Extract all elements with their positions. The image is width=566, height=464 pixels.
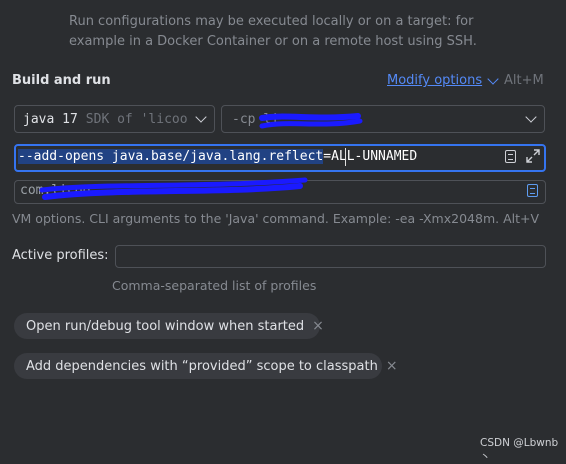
watermark: CSDN @Lbwnb丶 — [480, 437, 559, 463]
vm-options-selected-text: --add-opens java.base/java.lang.reflect — [18, 149, 324, 164]
active-profiles-label: Active profiles: — [12, 248, 109, 263]
jdk-version: java 17 — [23, 111, 78, 127]
active-profiles-input[interactable] — [115, 245, 546, 268]
option-chip-label: Open run/debug tool window when started — [26, 318, 305, 334]
modify-options-shortcut: Alt+M — [504, 73, 544, 88]
chevron-down-icon — [487, 72, 499, 85]
section-title: Build and run — [12, 73, 111, 88]
close-icon[interactable]: × — [386, 358, 398, 374]
modify-options-link[interactable]: Modify options — [387, 72, 499, 88]
vm-options-hint: VM options. CLI arguments to the 'Java' … — [12, 211, 540, 226]
close-icon[interactable]: × — [312, 318, 324, 334]
expand-icon[interactable] — [525, 148, 541, 164]
option-chip-label: Add dependencies with “provided” scope t… — [26, 358, 378, 374]
classpath-value: -cp li — [232, 111, 279, 127]
jdk-description: SDK of 'licoo — [85, 111, 188, 127]
run-config-help-text: Run configurations may be executed local… — [69, 14, 477, 49]
text-caret — [345, 148, 346, 166]
vm-options-text[interactable]: --add-opens java.base/java.lang.reflect=… — [18, 147, 417, 167]
jdk-select[interactable]: java 17 SDK of 'licoo — [14, 105, 215, 133]
option-chip[interactable]: Add dependencies with “provided” scope t… — [14, 353, 398, 379]
classpath-select[interactable]: -cp li — [221, 105, 545, 133]
option-chip[interactable]: Open run/debug tool window when started … — [14, 313, 324, 339]
redaction-scribble — [39, 113, 363, 200]
notes-icon[interactable] — [505, 150, 516, 163]
modify-options-label: Modify options — [387, 73, 483, 88]
vm-options-rest-text: =ALL-UNNAMED — [323, 149, 418, 164]
program-arguments-value: com.licoo. — [20, 183, 99, 198]
active-profiles-hint: Comma-separated list of profiles — [112, 278, 317, 293]
notes-icon[interactable] — [527, 184, 538, 197]
